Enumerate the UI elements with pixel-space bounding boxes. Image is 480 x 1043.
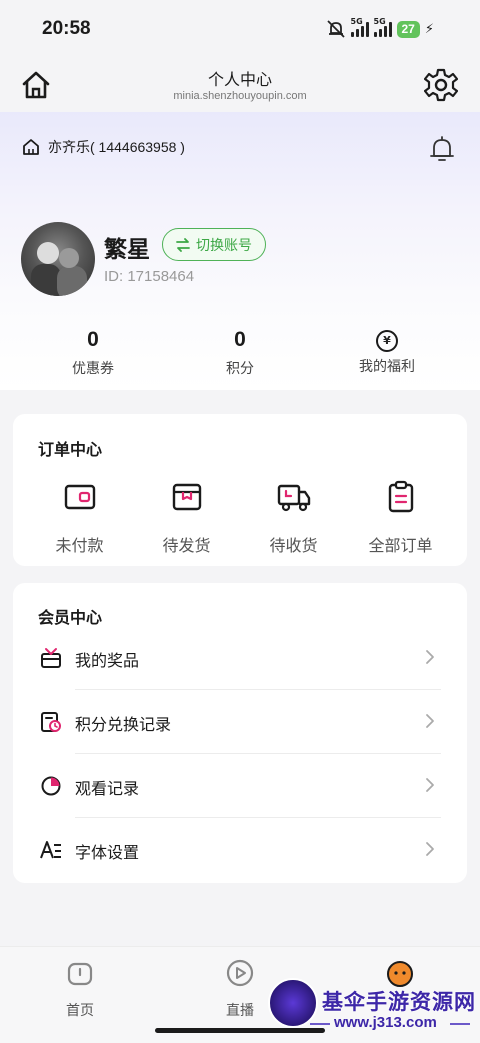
- menu-item-exchange-record-label: 积分兑换记录: [75, 715, 172, 734]
- shop-name: 亦齐乐( 1444663958 ): [48, 139, 185, 155]
- exchange-record-icon: [41, 712, 61, 732]
- signal-icon: 5G: [373, 17, 392, 37]
- gift-icon: [41, 648, 61, 668]
- tab-home[interactable]: 首页: [0, 958, 160, 1020]
- page-title: 个人中心: [207, 70, 272, 89]
- menu-item-prizes-label: 我的奖品: [75, 651, 140, 670]
- order-all-label: 全部订单: [368, 536, 433, 555]
- charging-icon: ⚡: [424, 21, 434, 37]
- points-label: 积分: [226, 361, 254, 377]
- truck-icon: [277, 484, 310, 512]
- status-time: 20:58: [42, 18, 91, 39]
- menu-item-watch-history-label: 观看记录: [75, 779, 140, 798]
- order-to-ship-label: 待发货: [162, 536, 211, 555]
- home-indicator[interactable]: [155, 1028, 325, 1033]
- watermark-logo: [268, 978, 318, 1028]
- gear-icon[interactable]: [424, 68, 458, 102]
- watermark-line: [310, 1023, 330, 1025]
- package-icon: [172, 483, 201, 511]
- watermark-line: [450, 1023, 470, 1025]
- signal-icon: 5G: [350, 17, 369, 37]
- order-all[interactable]: 全部订单: [344, 480, 457, 556]
- bell-icon[interactable]: [427, 134, 457, 164]
- page-url: minia.shenzhouyoupin.com: [173, 90, 307, 102]
- swap-arrows-icon: [176, 237, 190, 252]
- chevron-right-icon: [426, 714, 434, 728]
- order-to-receive[interactable]: 待收货: [237, 480, 350, 556]
- clipboard-icon: [388, 480, 413, 513]
- points-stat[interactable]: 0 积分: [160, 328, 320, 378]
- switch-account-button[interactable]: 切换账号: [162, 228, 266, 261]
- divider: [75, 817, 441, 818]
- yen-coin-icon: ¥: [376, 330, 398, 352]
- menu-item-exchange-record[interactable]: 积分兑换记录: [13, 691, 467, 755]
- profile-face-icon: [387, 961, 413, 987]
- points-count: 0: [234, 328, 246, 351]
- status-icons: 5G 5G 27 ⚡: [326, 17, 434, 38]
- chevron-right-icon: [426, 650, 434, 664]
- watermark-title: 基伞手游资源网: [322, 990, 476, 1014]
- store-home-icon: [23, 139, 39, 155]
- tab-home-label: 首页: [66, 1003, 94, 1019]
- watermark-url: www.j313.com: [334, 1014, 437, 1031]
- avatar[interactable]: [21, 222, 95, 296]
- order-to-receive-label: 待收货: [269, 536, 318, 555]
- welfare-stat[interactable]: ¥ 我的福利: [307, 328, 467, 376]
- menu-item-font-settings-label: 字体设置: [75, 843, 140, 862]
- order-unpaid-label: 未付款: [55, 536, 104, 555]
- menu-item-font-settings[interactable]: 字体设置: [13, 819, 467, 883]
- coupon-label: 优惠券: [72, 361, 114, 377]
- pie-chart-icon: [41, 776, 61, 796]
- divider: [75, 689, 441, 690]
- shop-selector[interactable]: 亦齐乐( 1444663958 ): [22, 137, 185, 157]
- switch-account-label: 切换账号: [196, 237, 252, 254]
- play-icon: [226, 959, 254, 987]
- order-center-title: 订单中心: [38, 440, 103, 459]
- user-nickname: 繁星: [104, 237, 150, 263]
- order-unpaid[interactable]: 未付款: [23, 480, 136, 556]
- mute-bell-icon: [326, 20, 345, 38]
- menu-item-prizes[interactable]: 我的奖品: [13, 627, 467, 691]
- home-tab-icon: [67, 962, 93, 986]
- chevron-right-icon: [426, 842, 434, 856]
- coupon-count: 0: [87, 328, 99, 351]
- user-id: ID: 17158464: [104, 268, 195, 285]
- order-to-ship[interactable]: 待发货: [130, 480, 243, 556]
- wallet-icon: [64, 484, 95, 510]
- divider: [75, 753, 441, 754]
- battery-indicator: 27: [396, 20, 420, 38]
- coupon-stat[interactable]: 0 优惠券: [13, 328, 173, 378]
- menu-item-watch-history[interactable]: 观看记录: [13, 755, 467, 819]
- welfare-label: 我的福利: [359, 359, 415, 375]
- member-center-title: 会员中心: [38, 608, 103, 627]
- chevron-right-icon: [426, 778, 434, 792]
- font-icon: [40, 841, 61, 859]
